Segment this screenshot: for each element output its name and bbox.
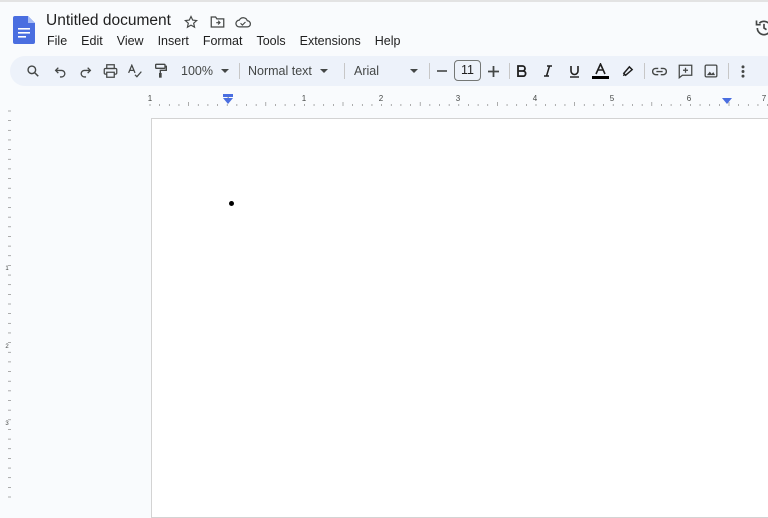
toolbar-divider: [344, 63, 345, 79]
list-bullet: [229, 201, 234, 206]
paint-format-icon[interactable]: [152, 56, 170, 86]
insert-image-icon[interactable]: [702, 56, 720, 86]
italic-icon[interactable]: [539, 56, 557, 86]
toolbar-divider: [239, 63, 240, 79]
toolbar-divider: [644, 63, 645, 79]
version-history-icon[interactable]: [754, 18, 768, 38]
chevron-down-icon: [220, 69, 229, 73]
move-folder-icon[interactable]: [208, 13, 226, 31]
undo-icon[interactable]: [51, 56, 69, 86]
ruler-label: 2: [5, 344, 9, 350]
toolbar: 100% Normal text Arial 11: [10, 56, 768, 86]
menu-format[interactable]: Format: [196, 33, 250, 49]
menu-bar: File Edit View Insert Format Tools Exten…: [40, 33, 408, 49]
font-family-value: Arial: [354, 64, 380, 78]
horizontal-ruler[interactable]: 1 1 1 2 3 4 5 6 7: [0, 89, 768, 107]
insert-link-icon[interactable]: [650, 56, 668, 86]
spelling-check-icon[interactable]: [126, 56, 144, 86]
paragraph-style-value: Normal text: [248, 64, 312, 78]
cloud-status-icon[interactable]: [234, 13, 252, 31]
chevron-down-icon: [319, 69, 328, 73]
document-page[interactable]: [151, 118, 768, 518]
toolbar-divider: [509, 63, 510, 79]
toolbar-divider: [429, 63, 430, 79]
menu-help[interactable]: Help: [368, 33, 408, 49]
text-color-icon[interactable]: [590, 56, 610, 86]
font-family-select[interactable]: Arial: [354, 56, 420, 86]
ruler-label: 1: [5, 266, 9, 272]
chevron-down-icon: [410, 69, 418, 73]
menu-tools[interactable]: Tools: [249, 33, 292, 49]
underline-icon[interactable]: [565, 56, 583, 86]
menu-edit[interactable]: Edit: [74, 33, 110, 49]
menu-view[interactable]: View: [110, 33, 151, 49]
ruler-label: 2: [379, 94, 384, 103]
highlight-color-icon[interactable]: [618, 56, 636, 86]
menu-insert[interactable]: Insert: [151, 33, 196, 49]
search-menus-icon[interactable]: [24, 56, 42, 86]
increase-font-size-icon[interactable]: [485, 56, 501, 86]
vertical-ruler[interactable]: 1 2 3: [0, 107, 12, 504]
more-options-icon[interactable]: [734, 56, 752, 86]
bold-icon[interactable]: [513, 56, 531, 86]
ruler-label: 6: [687, 94, 692, 103]
paragraph-style-select[interactable]: Normal text: [248, 56, 334, 86]
ruler-label: 3: [5, 421, 9, 427]
zoom-select[interactable]: 100%: [178, 56, 232, 86]
menu-extensions[interactable]: Extensions: [293, 33, 368, 49]
left-indent-marker[interactable]: [223, 94, 233, 104]
right-indent-marker[interactable]: [722, 98, 732, 104]
decrease-font-size-icon[interactable]: [434, 56, 450, 86]
ruler-label: 1: [148, 94, 153, 103]
ruler-label: 7: [762, 94, 767, 103]
document-title[interactable]: Untitled document: [46, 12, 171, 30]
ruler-label: 3: [456, 94, 461, 103]
font-size-input[interactable]: 11: [454, 60, 481, 81]
redo-icon[interactable]: [76, 56, 94, 86]
top-bar: Untitled document File Edit View Insert …: [0, 0, 768, 56]
toolbar-divider: [728, 63, 729, 79]
ruler-label: 4: [533, 94, 538, 103]
ruler-label: 1: [302, 94, 307, 103]
docs-logo-icon[interactable]: [13, 16, 35, 44]
ruler-label: 5: [610, 94, 615, 103]
star-icon[interactable]: [182, 13, 200, 31]
menu-file[interactable]: File: [40, 33, 74, 49]
zoom-value: 100%: [181, 64, 213, 78]
insert-comment-icon[interactable]: [676, 56, 694, 86]
print-icon[interactable]: [101, 56, 119, 86]
